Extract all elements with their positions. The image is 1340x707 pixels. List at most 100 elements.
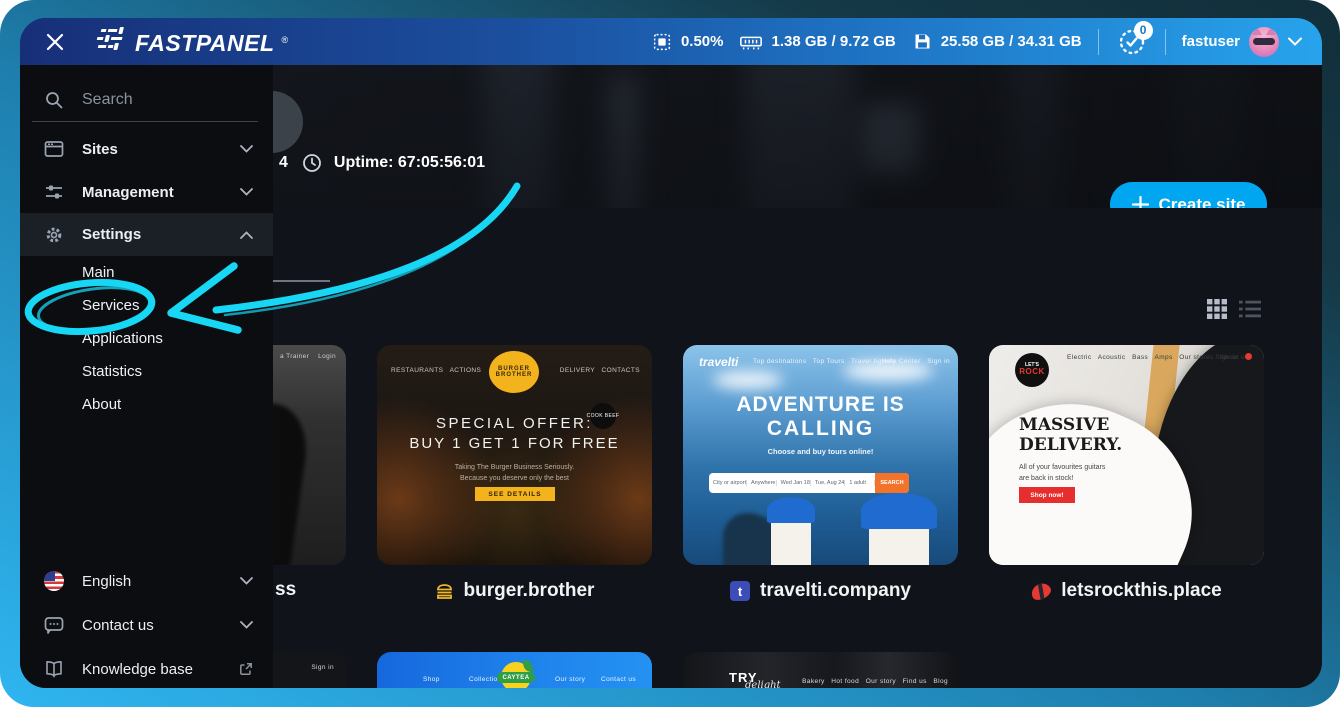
ram-icon xyxy=(740,36,763,49)
settings-gear-icon xyxy=(46,227,62,242)
thumb-headline: MASSIVE xyxy=(1019,415,1110,435)
user-menu[interactable]: fastuser xyxy=(1181,26,1302,57)
thumb-headline: CALLING xyxy=(766,417,875,440)
sidebar-item-label: Sites xyxy=(82,140,118,158)
sidebar-subitem-about[interactable]: About xyxy=(20,388,273,421)
chevron-down-icon xyxy=(1288,37,1302,46)
topbar-divider xyxy=(1164,28,1166,55)
notifications-button[interactable]: 0 xyxy=(1115,20,1153,59)
thumb-search-bar: City or airport Anywhere Wed Jan 18 Tue,… xyxy=(709,473,909,493)
create-site-button[interactable]: Create site xyxy=(1110,182,1267,208)
site-name: letsrockthis.place xyxy=(1061,580,1222,601)
trydelight-logo-script: delight xyxy=(745,680,781,688)
sites-icon xyxy=(44,141,64,157)
site-card-letsrock[interactable]: LET'S ROCK Electric Acoustic Bass Amps Ou… xyxy=(989,345,1264,565)
thumb-headline: SPECIAL OFFER: xyxy=(436,415,593,432)
ram-usage: 1.38 GB / 9.72 GB xyxy=(739,31,896,53)
search-input[interactable] xyxy=(80,90,244,110)
management-icon xyxy=(46,185,62,199)
search-icon xyxy=(46,92,63,109)
cpu-icon xyxy=(653,33,671,50)
sidebar-subitem-main[interactable]: Main xyxy=(20,256,273,289)
site-card-fitness[interactable]: a Trainer Login xyxy=(273,345,346,565)
thumb-headline: BUY 1 GET 1 FOR FREE xyxy=(409,435,620,452)
site-card-caytea[interactable]: Shop Collections & sorts CAYTEA Our stor… xyxy=(377,652,652,688)
fastpanel-app: FASTPANEL ® 0.50% 1.38 GB / 9.72 GB 25.5… xyxy=(20,18,1322,688)
thumb-button: Shop now! xyxy=(1019,487,1075,503)
sidebar: Sites Management Settings Main xyxy=(20,65,273,688)
site-card-row2-1[interactable]: Sign in xyxy=(273,652,346,688)
site-card-trydelight[interactable]: TRY delight Bakery Hot food Our story Fi… xyxy=(683,652,958,688)
site-name-partial[interactable]: ss xyxy=(275,579,296,601)
subitem-label: Main xyxy=(82,264,115,281)
server-meta: 4 Uptime: 67:05:56:01 xyxy=(279,153,485,173)
disk-usage-value: 25.58 GB / 34.31 GB xyxy=(940,33,1082,50)
site-card-travelti[interactable]: travelti Top destinations Top Tours Trav… xyxy=(683,345,958,565)
site-thumb-nav: RESTAURANTS ACTIONS xyxy=(391,367,482,374)
subitem-label: About xyxy=(82,396,122,413)
main-area: 4 Uptime: 67:05:56:01 Create site a Trai… xyxy=(273,65,1322,688)
chat-icon xyxy=(44,617,64,634)
site-thumb-nav: Contact us xyxy=(601,676,637,683)
site-link-burger-brother[interactable]: burger.brother xyxy=(377,576,652,606)
list-view-toggle[interactable] xyxy=(1239,298,1261,320)
site-link-travelti[interactable]: t travelti.company xyxy=(683,576,958,606)
thumb-headline: DELIVERY. xyxy=(1019,435,1123,455)
plus-icon xyxy=(1131,196,1149,208)
cpu-usage-value: 0.50% xyxy=(680,33,724,50)
sidebar-item-management[interactable]: Management xyxy=(20,172,273,212)
site-thumb-nav: Our story xyxy=(555,676,586,683)
chevron-down-icon xyxy=(240,621,253,629)
sidebar-subitem-statistics[interactable]: Statistics xyxy=(20,355,273,388)
username: fastuser xyxy=(1181,33,1240,50)
site-thumb-nav: Top destinations Top Tours Travel Agents xyxy=(753,358,896,365)
letsrock-logo: LET'S ROCK xyxy=(1015,353,1049,387)
sidebar-search[interactable] xyxy=(20,81,273,119)
grid-view-toggle[interactable] xyxy=(1206,298,1228,320)
travelti-favicon: t xyxy=(730,581,750,601)
site-thumb-signin: Sign in xyxy=(1215,354,1238,361)
travelti-logo: travelti xyxy=(699,355,739,369)
fastpanel-logo-icon xyxy=(96,26,124,50)
sidebar-item-settings[interactable]: Settings xyxy=(20,213,273,256)
language-label: English xyxy=(82,572,132,590)
server-info-fragment: 4 xyxy=(279,154,288,171)
disk-usage: 25.58 GB / 34.31 GB xyxy=(912,31,1082,52)
caytea-logo-text: CAYTEA xyxy=(497,672,535,683)
sidebar-item-language[interactable]: English xyxy=(20,561,273,601)
subitem-label: Statistics xyxy=(82,363,143,380)
thumb-subtext: Taking The Burger Business Seriously. Bec… xyxy=(454,464,575,482)
sidebar-subitem-applications[interactable]: Applications xyxy=(20,322,273,355)
site-thumb-nav: Bakery Hot food Our story Find us Blog xyxy=(802,678,948,685)
site-card-burger-brother[interactable]: RESTAURANTS ACTIONS DELIVERY CONTACTS BU… xyxy=(377,345,652,565)
site-thumb-nav: a Trainer Login xyxy=(280,353,336,360)
knowledge-base-label: Knowledge base xyxy=(82,660,193,678)
chevron-up-icon xyxy=(240,230,253,239)
cart-badge xyxy=(1245,353,1252,360)
topbar: FASTPANEL ® 0.50% 1.38 GB / 9.72 GB 25.5… xyxy=(20,18,1322,65)
site-thumb-nav: DELIVERY CONTACTS xyxy=(559,367,640,374)
chevron-down-icon xyxy=(240,577,253,585)
sidebar-subitem-services[interactable]: Services xyxy=(20,289,273,322)
topbar-divider xyxy=(1097,28,1099,55)
notification-badge: 0 xyxy=(1133,20,1153,40)
logo-registered-mark: ® xyxy=(281,34,289,45)
sites-content: a Trainer Login RESTAURANTS ACTIONS DELI… xyxy=(273,208,1322,688)
logo-text: FASTPANEL xyxy=(135,29,275,56)
site-name: travelti.company xyxy=(760,580,911,601)
thumb-headline: ADVENTURE IS xyxy=(736,393,905,416)
close-menu-button[interactable] xyxy=(42,29,68,55)
site-name: burger.brother xyxy=(463,580,595,601)
site-thumb-nav: Shop xyxy=(423,676,440,683)
window-frame: FASTPANEL ® 0.50% 1.38 GB / 9.72 GB 25.5… xyxy=(0,0,1340,707)
sidebar-item-label: Management xyxy=(82,183,174,201)
site-link-letsrock[interactable]: letsrockthis.place xyxy=(989,576,1264,606)
sidebar-item-contact-us[interactable]: Contact us xyxy=(20,605,273,645)
clock-icon xyxy=(303,154,321,172)
sidebar-item-sites[interactable]: Sites xyxy=(20,129,273,169)
close-icon xyxy=(46,33,64,50)
fastpanel-logo[interactable]: FASTPANEL ® xyxy=(94,26,289,57)
create-site-label: Create site xyxy=(1158,194,1246,209)
site-thumb-nav: Help Center Sign in xyxy=(881,358,950,365)
sidebar-item-knowledge-base[interactable]: Knowledge base xyxy=(20,649,273,688)
